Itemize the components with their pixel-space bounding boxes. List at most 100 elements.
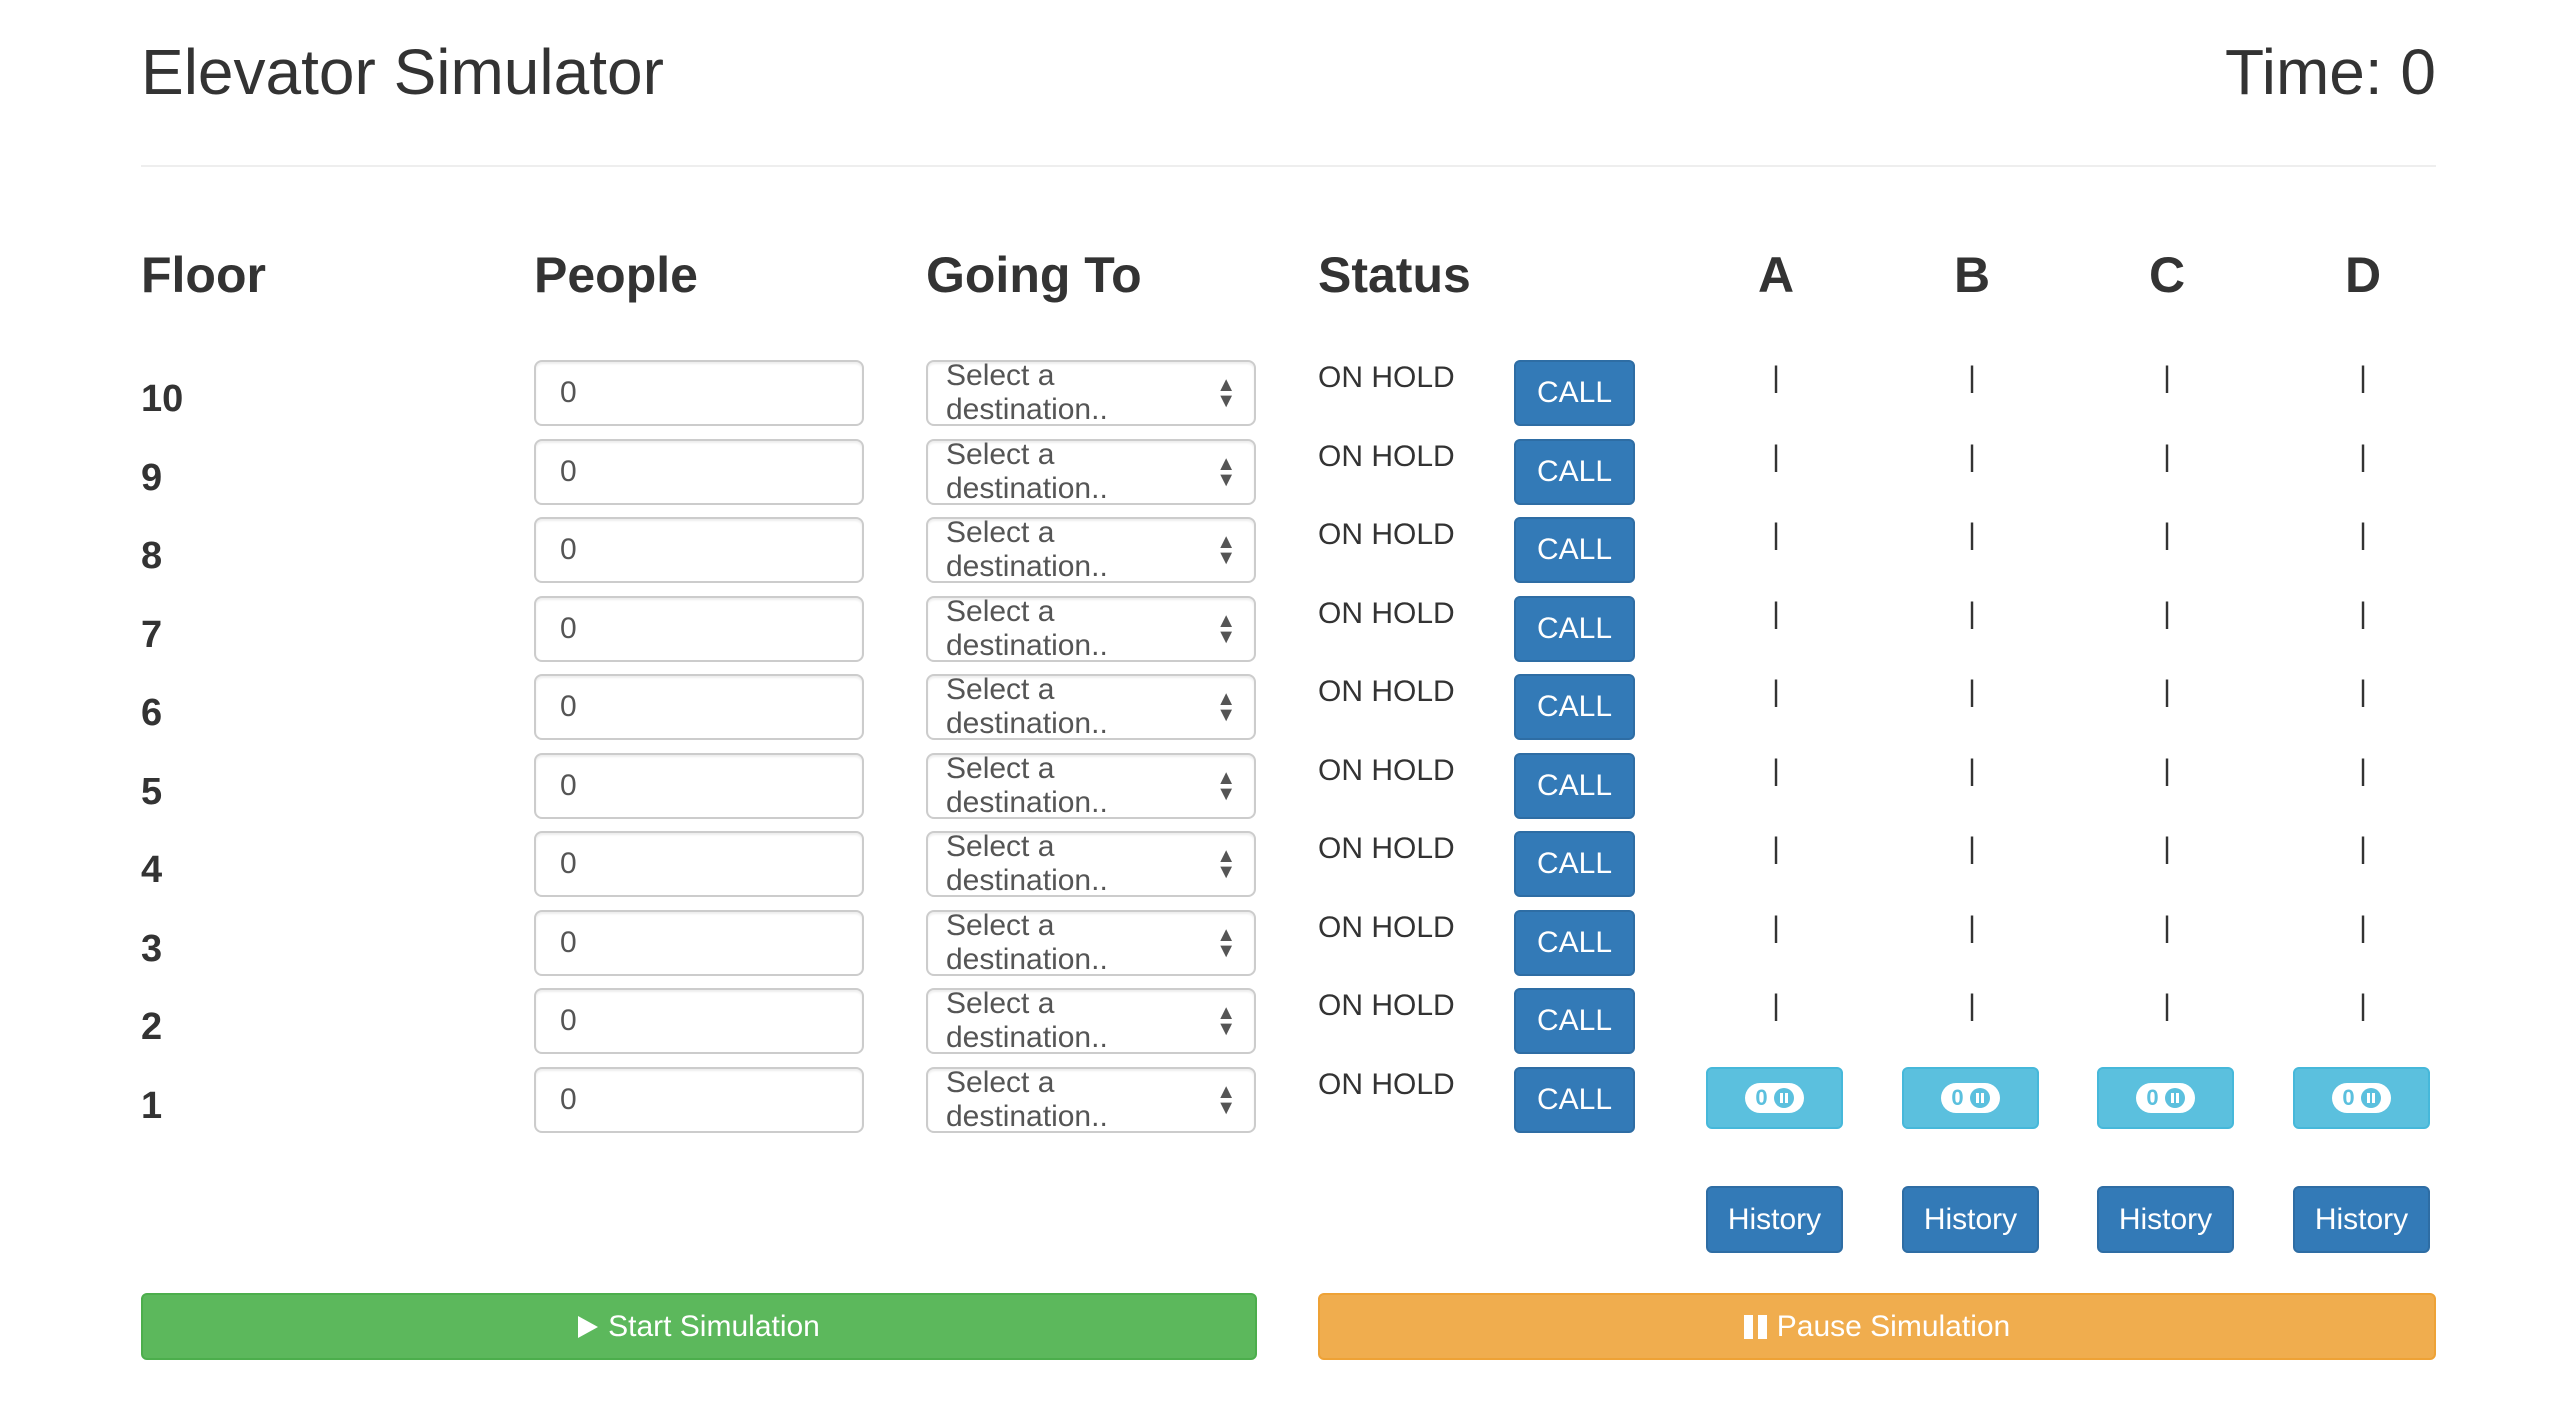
people-input[interactable] xyxy=(534,988,864,1054)
people-input[interactable] xyxy=(534,910,864,976)
people-input[interactable] xyxy=(534,753,864,819)
elevator-shaft-marker: | xyxy=(1772,597,1780,630)
elevator-header-c: C xyxy=(2148,247,2186,303)
updown-arrows-icon: ▲ ▼ xyxy=(1216,1081,1236,1119)
floor-status: ON HOLD xyxy=(1318,989,1455,1022)
history-button-b[interactable]: History xyxy=(1902,1186,2039,1253)
destination-select[interactable]: Select a destination.. ▲ ▼ xyxy=(926,987,1256,1054)
elevator-shaft-marker: | xyxy=(2359,754,2367,787)
floor-label: 4 xyxy=(141,849,163,891)
floor-status: ON HOLD xyxy=(1318,440,1455,473)
floor-label: 2 xyxy=(141,1006,163,1048)
floor-label: 3 xyxy=(141,928,163,970)
floor-label: 8 xyxy=(141,535,163,577)
destination-select[interactable]: Select a destination.. ▲ ▼ xyxy=(926,516,1256,583)
floor-label: 9 xyxy=(141,457,163,499)
elevator-shaft-marker: | xyxy=(2163,440,2171,473)
play-icon xyxy=(578,1315,599,1338)
elevator-header-b: B xyxy=(1953,247,1991,303)
call-button[interactable]: CALL xyxy=(1514,910,1635,976)
elevator-car-b[interactable]: 0 xyxy=(1902,1067,2039,1129)
elevator-shaft-marker: | xyxy=(1772,832,1780,865)
people-input[interactable] xyxy=(534,439,864,505)
call-button[interactable]: CALL xyxy=(1514,596,1635,662)
destination-select[interactable]: Select a destination.. ▲ ▼ xyxy=(926,1066,1256,1133)
floor-status: ON HOLD xyxy=(1318,832,1455,865)
start-simulation-button[interactable]: Start Simulation xyxy=(141,1293,1257,1360)
elevator-shaft-marker: | xyxy=(2359,911,2367,944)
people-input[interactable] xyxy=(534,674,864,740)
call-button[interactable]: CALL xyxy=(1514,439,1635,505)
floor-label: 5 xyxy=(141,771,163,813)
updown-arrows-icon: ▲ ▼ xyxy=(1216,924,1236,962)
destination-select[interactable]: Select a destination.. ▲ ▼ xyxy=(926,752,1256,819)
call-button[interactable]: CALL xyxy=(1514,1067,1635,1133)
page-title: Elevator Simulator xyxy=(141,36,664,108)
destination-select-value: Select a destination.. xyxy=(946,909,1108,976)
call-button[interactable]: CALL xyxy=(1514,360,1635,426)
destination-select[interactable]: Select a destination.. ▲ ▼ xyxy=(926,438,1256,505)
elevator-passenger-count: 0 xyxy=(2342,1085,2355,1110)
updown-arrows-icon: ▲ ▼ xyxy=(1216,610,1236,648)
floor-status: ON HOLD xyxy=(1318,361,1455,394)
elevator-shaft-marker: | xyxy=(1968,675,1976,708)
elevator-shaft-marker: | xyxy=(1968,989,1976,1022)
call-button[interactable]: CALL xyxy=(1514,517,1635,583)
call-button[interactable]: CALL xyxy=(1514,988,1635,1054)
destination-select[interactable]: Select a destination.. ▲ ▼ xyxy=(926,673,1256,740)
pause-circle-icon xyxy=(1773,1088,1794,1108)
elevator-shaft-marker: | xyxy=(2359,989,2367,1022)
updown-arrows-icon: ▲ ▼ xyxy=(1216,767,1236,805)
start-simulation-label: Start Simulation xyxy=(608,1309,820,1343)
updown-arrows-icon: ▲ ▼ xyxy=(1216,1002,1236,1040)
destination-select-value: Select a destination.. xyxy=(946,673,1108,740)
elevator-passenger-count: 0 xyxy=(1951,1085,1964,1110)
call-button[interactable]: CALL xyxy=(1514,753,1635,819)
elevator-car-c[interactable]: 0 xyxy=(2097,1067,2234,1129)
history-button-d[interactable]: History xyxy=(2293,1186,2430,1253)
elevator-shaft-marker: | xyxy=(2359,675,2367,708)
floor-status: ON HOLD xyxy=(1318,675,1455,708)
elevator-shaft-marker: | xyxy=(1968,440,1976,473)
destination-select[interactable]: Select a destination.. ▲ ▼ xyxy=(926,595,1256,662)
people-input[interactable] xyxy=(534,831,864,897)
elevator-car-a[interactable]: 0 xyxy=(1706,1067,1843,1129)
elevator-shaft-marker: | xyxy=(1772,911,1780,944)
floor-status: ON HOLD xyxy=(1318,597,1455,630)
history-button-c[interactable]: History xyxy=(2097,1186,2234,1253)
elevator-shaft-marker: | xyxy=(1968,754,1976,787)
people-input[interactable] xyxy=(534,360,864,426)
elevator-shaft-marker: | xyxy=(2163,832,2171,865)
elevator-shaft-marker: | xyxy=(2359,597,2367,630)
history-button-a[interactable]: History xyxy=(1706,1186,1843,1253)
pause-circle-icon xyxy=(2164,1088,2185,1108)
destination-select[interactable]: Select a destination.. ▲ ▼ xyxy=(926,359,1256,426)
elevator-shaft-marker: | xyxy=(1968,518,1976,551)
elevator-car-d[interactable]: 0 xyxy=(2293,1067,2430,1129)
destination-select-value: Select a destination.. xyxy=(946,438,1108,505)
floor-status: ON HOLD xyxy=(1318,518,1455,551)
people-input[interactable] xyxy=(534,517,864,583)
elevator-shaft-marker: | xyxy=(2359,361,2367,394)
people-input[interactable] xyxy=(534,596,864,662)
elevator-passenger-count: 0 xyxy=(1755,1085,1768,1110)
pause-simulation-label: Pause Simulation xyxy=(1776,1309,2011,1343)
pause-simulation-button[interactable]: Pause Simulation xyxy=(1318,1293,2436,1360)
call-button[interactable]: CALL xyxy=(1514,831,1635,897)
elevator-shaft-marker: | xyxy=(1772,675,1780,708)
elevator-shaft-marker: | xyxy=(2163,361,2171,394)
elevator-shaft-marker: | xyxy=(1772,361,1780,394)
elevator-shaft-marker: | xyxy=(1968,832,1976,865)
elevator-header-a: A xyxy=(1757,247,1795,303)
people-input[interactable] xyxy=(534,1067,864,1133)
status-column-header: Status xyxy=(1318,247,1471,303)
destination-select[interactable]: Select a destination.. ▲ ▼ xyxy=(926,830,1256,897)
elevator-shaft-marker: | xyxy=(2359,518,2367,551)
time-display: Time: 0 xyxy=(2225,36,2436,108)
destination-select-value: Select a destination.. xyxy=(946,1066,1108,1133)
elevator-shaft-marker: | xyxy=(2163,518,2171,551)
elevator-shaft-marker: | xyxy=(2163,597,2171,630)
floor-status: ON HOLD xyxy=(1318,1068,1455,1101)
call-button[interactable]: CALL xyxy=(1514,674,1635,740)
destination-select[interactable]: Select a destination.. ▲ ▼ xyxy=(926,909,1256,976)
